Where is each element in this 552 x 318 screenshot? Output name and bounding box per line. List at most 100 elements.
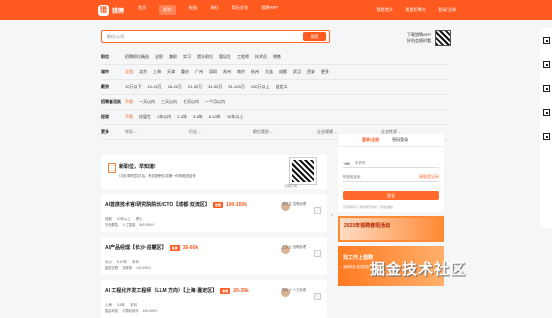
company-name[interactable]: 星辰互联 <box>105 265 118 270</box>
sms-code-input[interactable] <box>343 175 398 179</box>
recruiter-link[interactable]: 我是招聘方 <box>405 7 426 13</box>
category-select[interactable]: 职位类别 <box>253 129 309 135</box>
company-industry: 计算机软件 <box>122 309 139 313</box>
spring-recruitment-banner[interactable]: 2025年猎聘春招活动 <box>338 216 444 242</box>
get-code-link[interactable]: 获取验证码 <box>419 174 439 180</box>
tool-item[interactable] <box>540 100 552 124</box>
filter-option[interactable]: 三天以内 <box>161 99 177 105</box>
company-name[interactable]: 智启科技 <box>105 308 118 313</box>
tab-login-register[interactable]: 登录/注册 <box>362 137 379 143</box>
filter-option[interactable]: 5-10年 <box>209 114 221 120</box>
filter-title: 城市 <box>101 69 109 74</box>
qr-code-icon <box>542 84 550 92</box>
filter-row-experience: 经验 不限 应届生 1年以内 1-3年 3-5年 5-10年 10年以上 <box>101 110 448 125</box>
nav-returnees[interactable]: 海归 <box>210 5 218 15</box>
tool-item[interactable] <box>540 52 552 76</box>
filter-option[interactable]: 大连 <box>265 69 273 75</box>
job-card[interactable]: AI产品经理【长沙·岳麓区】 急聘 30-60k 长沙 5-10年 本科 星辰互… <box>101 237 327 275</box>
filter-option[interactable]: 16-20万 <box>168 84 182 90</box>
industry-select[interactable]: 行业 <box>189 129 245 135</box>
chat-icon[interactable] <box>314 250 321 257</box>
filter-row-salary: 薪资 10万以下 10-15万 16-20万 21-30万 31-50万 51-… <box>101 80 448 95</box>
nav-home[interactable]: 首页 <box>138 5 146 15</box>
company-name[interactable]: 华西数智 <box>105 222 118 227</box>
filter-option[interactable]: 51-100万 <box>228 84 244 90</box>
filter-option[interactable]: 工程师 <box>237 54 249 60</box>
tab-password-login[interactable]: 密码登录 <box>392 137 408 143</box>
filter-option[interactable]: 10-15万 <box>147 84 161 90</box>
filter-option[interactable]: 技术员 <box>255 54 267 60</box>
filter-option[interactable]: 更多 <box>321 69 329 75</box>
nav-jobs[interactable]: 职位 <box>159 5 176 15</box>
phone-field: +86 <box>343 159 439 168</box>
filter-option-active[interactable]: 全国 <box>125 69 133 75</box>
login-button[interactable]: 登录 <box>343 191 439 200</box>
qr-code-icon <box>542 132 550 140</box>
filter-option[interactable]: 一个月以内 <box>205 99 225 105</box>
filter-panel: 职位 招聘职位精选 全职 兼职 实习 猎头职位 管培生 工程师 技术员 销售 城… <box>101 50 448 140</box>
search-input[interactable] <box>107 34 297 39</box>
filter-option[interactable]: 自定义 <box>276 84 288 90</box>
filter-option[interactable]: 21-30万 <box>188 84 202 90</box>
tool-item[interactable] <box>540 76 552 100</box>
job-experience: 3-5年 <box>116 303 126 307</box>
filter-option-active[interactable]: 不限 <box>125 99 133 105</box>
filter-option[interactable]: 管培生 <box>219 54 231 60</box>
filter-option[interactable]: 10万以下 <box>125 84 141 90</box>
nav-app[interactable]: 猎聘APP <box>261 5 278 15</box>
filter-option[interactable]: 1年以内 <box>157 114 171 120</box>
filter-option[interactable]: 100万以上 <box>251 84 270 90</box>
filter-option[interactable]: 销售 <box>273 54 281 60</box>
urgent-badge: 急聘 <box>212 201 223 208</box>
filter-option[interactable]: 兼职 <box>169 54 177 60</box>
filter-option[interactable]: 招聘职位精选 <box>125 54 149 60</box>
chat-icon[interactable] <box>314 207 321 214</box>
job-card[interactable]: AI首席技术官/研究院院长/CTO【成都·双流区】 急聘 100-150k 成都… <box>101 194 327 232</box>
chat-icon[interactable] <box>314 293 321 300</box>
filter-option[interactable]: 31-50万 <box>208 84 222 90</box>
education-select[interactable]: 学历 <box>125 129 181 135</box>
nav-resume[interactable]: 简历优化 <box>232 5 249 15</box>
app-download[interactable]: 下载猎聘APP 好机会随时看 <box>407 30 451 46</box>
country-code[interactable]: +86 <box>343 161 350 166</box>
filter-option[interactable]: 西安 <box>307 69 315 75</box>
filter-option-active[interactable]: 不限 <box>125 114 133 120</box>
login-register-link[interactable]: 登录/注册 <box>438 7 456 13</box>
logo[interactable]: 猎 猎聘 <box>98 4 124 16</box>
filter-title: 更多 <box>101 129 109 134</box>
filter-option[interactable]: 应届生 <box>139 114 151 120</box>
filter-option[interactable]: 北京 <box>139 69 147 75</box>
filter-option[interactable]: 猎头职位 <box>197 54 213 60</box>
filter-option[interactable]: 武汉 <box>293 69 301 75</box>
tool-item[interactable] <box>540 28 552 52</box>
filter-option[interactable]: 实习 <box>183 54 191 60</box>
filter-option[interactable]: 3-5年 <box>193 114 203 120</box>
tool-item[interactable] <box>540 124 552 148</box>
qr-code-icon <box>435 30 451 46</box>
filter-option[interactable]: 杭州 <box>251 69 259 75</box>
filter-option[interactable]: 一天以内 <box>139 99 155 105</box>
headhunter-link[interactable]: 我是猎头 <box>376 7 393 13</box>
filter-option[interactable]: 广州 <box>195 69 203 75</box>
nav-campus[interactable]: 校园 <box>189 5 197 15</box>
filter-option[interactable]: 上海 <box>153 69 161 75</box>
scroll-up-icon[interactable]: ⌃ <box>330 214 334 220</box>
filter-option[interactable]: 1-3年 <box>177 114 187 120</box>
filter-option[interactable]: 深圳 <box>209 69 217 75</box>
urgent-badge: 急聘 <box>220 287 231 294</box>
filter-options: 10万以下 10-15万 16-20万 21-30万 31-50万 51-100… <box>125 84 288 90</box>
filter-option[interactable]: 天津 <box>167 69 175 75</box>
search-button[interactable]: 搜索 <box>303 32 326 41</box>
login-tabs: 登录/注册 密码登录 <box>338 134 444 147</box>
filter-option[interactable]: 南京 <box>237 69 245 75</box>
filter-option[interactable]: 重庆 <box>181 69 189 75</box>
filter-option[interactable]: 全职 <box>155 54 163 60</box>
filter-option[interactable]: 七天以内 <box>183 99 199 105</box>
phone-input[interactable] <box>354 161 425 165</box>
filter-option[interactable]: 苏州 <box>223 69 231 75</box>
company-industry: 互联网 <box>122 266 133 270</box>
main-nav: 首页 职位 校园 海归 简历优化 猎聘APP <box>138 5 278 15</box>
filter-row-position: 职位 招聘职位精选 全职 兼职 实习 猎头职位 管培生 工程师 技术员 销售 <box>101 50 448 65</box>
filter-option[interactable]: 成都 <box>279 69 287 75</box>
filter-option[interactable]: 10年以上 <box>227 114 243 120</box>
